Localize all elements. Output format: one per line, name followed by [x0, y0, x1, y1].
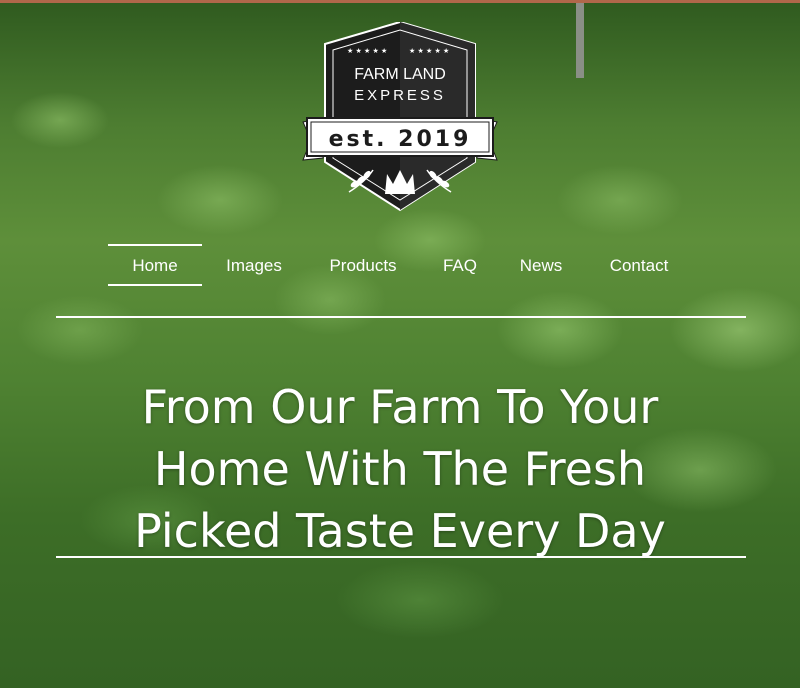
top-border	[0, 0, 800, 3]
background-pole	[576, 3, 584, 78]
hero-line-2: Home With The Fresh	[153, 441, 647, 496]
hero-headline: From Our Farm To Your Home With The Fres…	[60, 376, 740, 562]
svg-text:★ ★ ★ ★ ★: ★ ★ ★ ★ ★	[347, 47, 387, 55]
main-nav: Home Images Products FAQ News Contact	[0, 244, 800, 286]
farmland-express-logo[interactable]: ★ ★ ★ ★ ★ ★ ★ ★ ★ ★ FARM LAND EXPRESS es…	[275, 22, 525, 232]
nav-home[interactable]: Home	[108, 244, 202, 286]
svg-text:★ ★ ★ ★ ★: ★ ★ ★ ★ ★	[409, 47, 449, 55]
nav-products[interactable]: Products	[316, 244, 410, 286]
logo-ribbon-text: est. 2019	[329, 127, 472, 152]
nav-news[interactable]: News	[508, 244, 574, 286]
divider-bottom	[56, 556, 746, 558]
nav-contact[interactable]: Contact	[596, 244, 682, 286]
nav-faq[interactable]: FAQ	[432, 244, 488, 286]
hero-line-1: From Our Farm To Your	[141, 379, 659, 434]
logo-line2: EXPRESS	[354, 87, 446, 104]
logo-line1: FARM LAND	[354, 66, 446, 83]
nav-images[interactable]: Images	[212, 244, 296, 286]
hero-line-3: Picked Taste Every Day	[134, 503, 666, 558]
divider-top	[56, 316, 746, 318]
